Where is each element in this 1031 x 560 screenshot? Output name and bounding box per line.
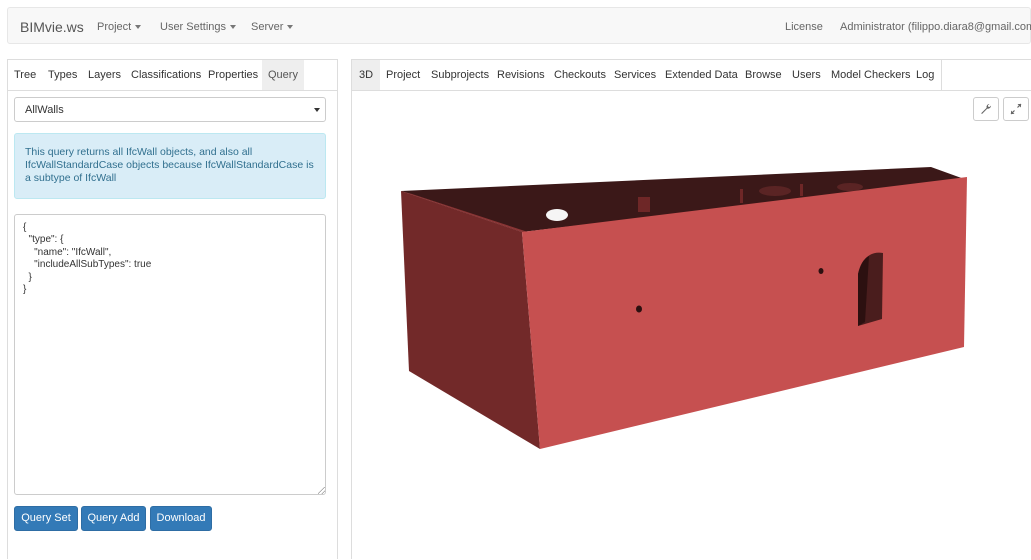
- right-panel: 3D Project Subprojects Revisions Checkou…: [351, 59, 1031, 559]
- tab-tree[interactable]: Tree: [14, 69, 36, 81]
- project-menu-label: Project: [97, 21, 132, 33]
- query-info-alert: This query returns all IfcWall objects, …: [14, 133, 326, 199]
- caret-down-icon: [287, 25, 294, 30]
- tab-model-checkers[interactable]: Model Checkers: [831, 69, 910, 81]
- wrench-icon: [981, 103, 992, 114]
- query-set-button[interactable]: Query Set: [14, 506, 78, 531]
- model-opening: [837, 183, 863, 191]
- tab-subprojects[interactable]: Subprojects: [431, 69, 489, 81]
- query-editor[interactable]: { "type": { "name": "IfcWall", "includeA…: [14, 214, 326, 495]
- model-pillar: [740, 189, 743, 203]
- tab-properties[interactable]: Properties: [208, 69, 258, 81]
- model-pillar: [638, 197, 650, 212]
- tab-extended-data[interactable]: Extended Data: [665, 69, 738, 81]
- license-link[interactable]: License: [785, 21, 823, 33]
- query-select[interactable]: AllWalls: [14, 97, 326, 122]
- caret-down-icon: [230, 25, 237, 30]
- caret-down-icon: [135, 25, 142, 30]
- download-button[interactable]: Download: [150, 506, 212, 531]
- project-menu[interactable]: Project: [97, 21, 142, 33]
- tab-users[interactable]: Users: [792, 69, 821, 81]
- expand-icon: [1010, 103, 1022, 115]
- tab-revisions[interactable]: Revisions: [497, 69, 545, 81]
- tab-types[interactable]: Types: [48, 69, 77, 81]
- model-hole: [636, 305, 642, 313]
- fullscreen-button[interactable]: [1003, 97, 1029, 121]
- query-select-value: AllWalls: [25, 104, 64, 116]
- tab-layers[interactable]: Layers: [88, 69, 121, 81]
- tab-classifications[interactable]: Classifications: [131, 69, 201, 81]
- user-menu[interactable]: Administrator (filippo.diara8@gmail.com): [840, 21, 1031, 33]
- settings-button[interactable]: [973, 97, 999, 121]
- top-navbar: BIMvie.ws Project User Settings Server L…: [7, 7, 1031, 44]
- model-opening: [546, 209, 568, 221]
- user-settings-menu[interactable]: User Settings: [160, 21, 237, 33]
- left-tabs: Tree Types Layers Classifications Proper…: [8, 60, 337, 91]
- tab-project[interactable]: Project: [386, 69, 420, 81]
- tab-log[interactable]: Log: [916, 69, 934, 81]
- resize-handle-icon[interactable]: [318, 487, 325, 494]
- model-hole: [818, 268, 824, 274]
- tab-3d[interactable]: 3D: [352, 60, 381, 90]
- brand-link[interactable]: BIMvie.ws: [20, 19, 84, 35]
- query-add-button[interactable]: Query Add: [81, 506, 146, 531]
- model-pillar: [800, 184, 803, 196]
- tab-query[interactable]: Query: [262, 60, 304, 90]
- tabs-divider: [941, 60, 942, 90]
- server-menu[interactable]: Server: [251, 21, 294, 33]
- user-settings-menu-label: User Settings: [160, 21, 227, 33]
- model-viewer-3d[interactable]: [352, 60, 1031, 560]
- caret-down-icon: [314, 108, 320, 112]
- model-opening: [759, 186, 791, 196]
- tab-browse[interactable]: Browse: [745, 69, 782, 81]
- server-menu-label: Server: [251, 21, 284, 33]
- tab-services[interactable]: Services: [614, 69, 656, 81]
- right-tabs: 3D Project Subprojects Revisions Checkou…: [352, 60, 1031, 91]
- left-panel: Tree Types Layers Classifications Proper…: [7, 59, 338, 559]
- tab-checkouts[interactable]: Checkouts: [554, 69, 606, 81]
